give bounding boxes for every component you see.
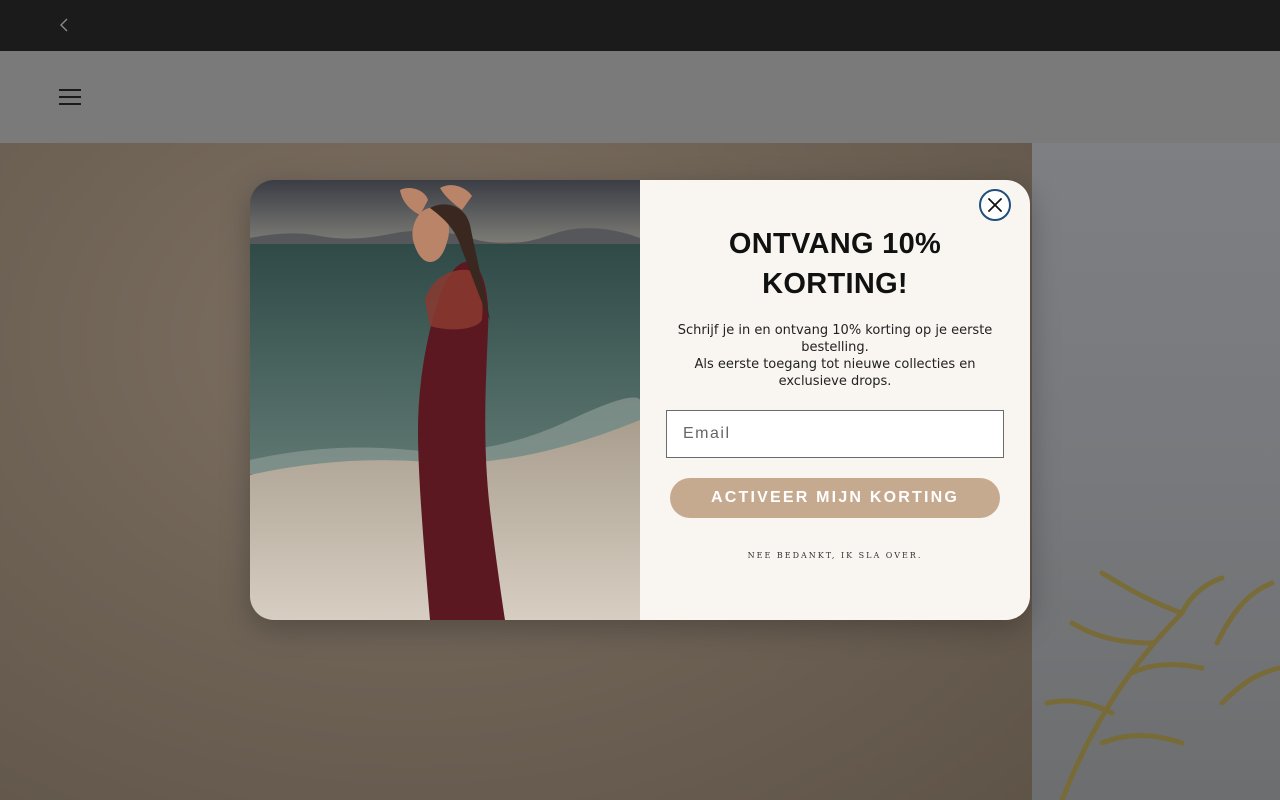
announcement-bar: [0, 0, 1280, 51]
chevron-left-icon: [60, 18, 68, 32]
previous-announcement-button[interactable]: [52, 12, 76, 38]
close-button[interactable]: [979, 189, 1011, 221]
activate-discount-button[interactable]: ACTIVEER MIJN KORTING: [670, 478, 1000, 518]
popup-panel: ONTVANG 10% KORTING! Schrijf je in en on…: [640, 180, 1030, 620]
hero-image-right: [1032, 143, 1280, 800]
popup-photo: [250, 180, 640, 620]
beach-model-photo: [250, 180, 640, 620]
site-header: [0, 51, 1280, 143]
newsletter-popup: ONTVANG 10% KORTING! Schrijf je in en on…: [250, 180, 1030, 620]
popup-description: Schrijf je in en ontvang 10% korting op …: [664, 322, 1006, 390]
palm-leaves-decoration: [1044, 570, 1280, 800]
hamburger-menu-icon: [59, 89, 81, 105]
description-line-1: Schrijf je in en ontvang 10% korting op …: [677, 323, 993, 355]
decline-link[interactable]: NEE BEDANKT, IK SLA OVER.: [660, 551, 1010, 560]
menu-button[interactable]: [56, 83, 84, 111]
popup-title: ONTVANG 10% KORTING!: [728, 228, 942, 300]
description-line-2: Als eerste toegang tot nieuwe collecties…: [694, 357, 976, 389]
close-icon: [988, 198, 1002, 212]
email-input[interactable]: [666, 410, 1004, 458]
